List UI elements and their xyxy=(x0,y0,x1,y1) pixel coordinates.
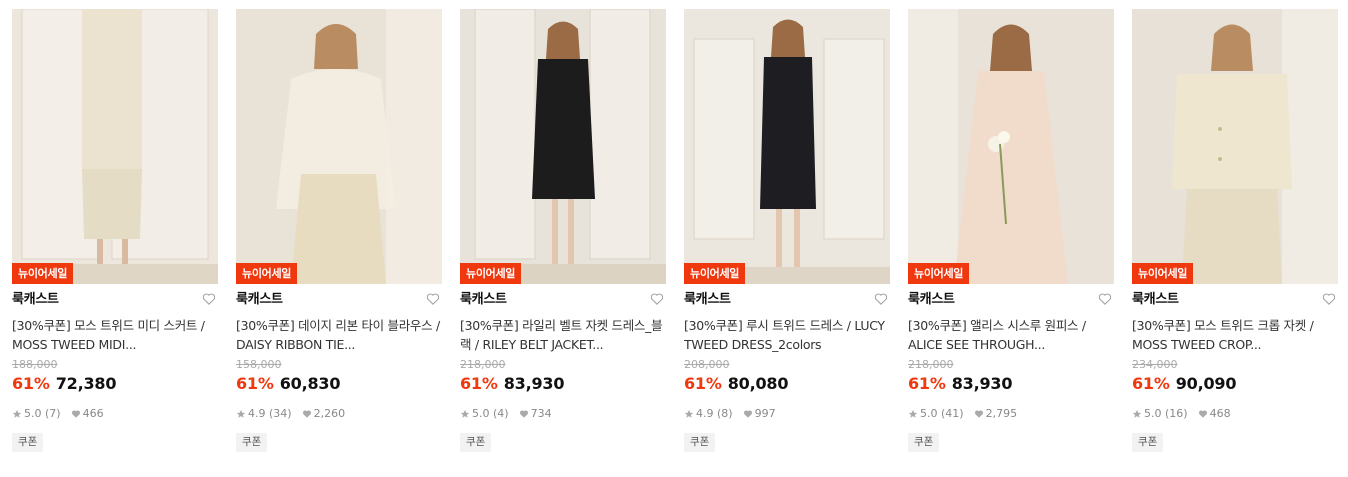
review-count: (7) xyxy=(45,407,61,420)
heart-icon[interactable] xyxy=(1098,292,1112,306)
product-card[interactable]: 뉴이어세일 룩캐스트 [30%쿠폰] 데이지 리본 타이 블라우스 / DAIS… xyxy=(236,9,442,452)
like-count: 734 xyxy=(530,407,552,420)
sale-price: 80,080 xyxy=(727,374,789,393)
product-name[interactable]: [30%쿠폰] 루시 트위드 드레스 / LUCY TWEED DRESS_2c… xyxy=(684,316,890,354)
original-price: 188,000 xyxy=(12,358,58,371)
sale-badge: 뉴이어세일 xyxy=(908,263,970,284)
like-heart-icon xyxy=(71,410,80,418)
product-photo xyxy=(1132,9,1338,284)
discount-rate: 61% xyxy=(236,374,274,393)
sale-badge: 뉴이어세일 xyxy=(684,263,746,284)
rating-value: 5.0 xyxy=(920,407,938,420)
rating-value: 5.0 xyxy=(1144,407,1162,420)
coupon-tag: 쿠폰 xyxy=(460,433,492,452)
coupon-tag: 쿠폰 xyxy=(12,433,44,452)
sale-badge: 뉴이어세일 xyxy=(1132,263,1194,284)
original-price: 218,000 xyxy=(908,358,954,371)
like-count: 466 xyxy=(82,407,104,420)
sale-price: 83,930 xyxy=(503,374,565,393)
rating-value: 5.0 xyxy=(24,407,42,420)
like-count: 997 xyxy=(754,407,776,420)
brand-name[interactable]: 룩캐스트 xyxy=(460,287,666,313)
original-price: 234,000 xyxy=(1132,358,1178,371)
discount-rate: 61% xyxy=(1132,374,1170,393)
product-card[interactable]: 뉴이어세일 룩캐스트 [30%쿠폰] 루시 트위드 드레스 / LUCY TWE… xyxy=(684,9,890,452)
heart-icon[interactable] xyxy=(202,292,216,306)
review-count: (8) xyxy=(717,407,733,420)
original-price: 218,000 xyxy=(460,358,506,371)
product-name[interactable]: [30%쿠폰] 데이지 리본 타이 블라우스 / DAISY RIBBON TI… xyxy=(236,316,442,354)
product-name[interactable]: [30%쿠폰] 모스 트위드 크롭 자켓 / MOSS TWEED CROP..… xyxy=(1132,316,1338,354)
product-image[interactable]: 뉴이어세일 xyxy=(908,9,1114,284)
star-icon xyxy=(460,409,470,418)
coupon-tag: 쿠폰 xyxy=(236,433,268,452)
like-count: 2,795 xyxy=(985,407,1018,420)
product-image[interactable]: 뉴이어세일 xyxy=(236,9,442,284)
sale-badge: 뉴이어세일 xyxy=(12,263,74,284)
heart-icon[interactable] xyxy=(1322,292,1336,306)
heart-icon[interactable] xyxy=(874,292,888,306)
sale-badge: 뉴이어세일 xyxy=(236,263,298,284)
like-heart-icon xyxy=(519,410,528,418)
product-name[interactable]: [30%쿠폰] 모스 트위드 미디 스커트 / MOSS TWEED MIDI.… xyxy=(12,316,218,354)
sale-badge: 뉴이어세일 xyxy=(460,263,522,284)
sale-price: 72,380 xyxy=(55,374,117,393)
product-name[interactable]: [30%쿠폰] 라일리 벨트 자켓 드레스_블랙 / RILEY BELT JA… xyxy=(460,316,666,354)
product-image[interactable]: 뉴이어세일 xyxy=(12,9,218,284)
brand-name[interactable]: 룩캐스트 xyxy=(236,287,442,313)
product-image[interactable]: 뉴이어세일 xyxy=(1132,9,1338,284)
original-price: 158,000 xyxy=(236,358,282,371)
brand-name[interactable]: 룩캐스트 xyxy=(908,287,1114,313)
product-photo xyxy=(12,9,218,284)
like-heart-icon xyxy=(1198,410,1207,418)
product-card[interactable]: 뉴이어세일 룩캐스트 [30%쿠폰] 라일리 벨트 자켓 드레스_블랙 / RI… xyxy=(460,9,666,452)
review-count: (16) xyxy=(1165,407,1188,420)
coupon-tag: 쿠폰 xyxy=(1132,433,1164,452)
like-count: 468 xyxy=(1209,407,1231,420)
rating-value: 4.9 xyxy=(696,407,714,420)
star-icon xyxy=(236,409,246,418)
like-heart-icon xyxy=(302,410,311,418)
brand-name[interactable]: 룩캐스트 xyxy=(1132,287,1338,313)
like-count: 2,260 xyxy=(313,407,346,420)
star-icon xyxy=(684,409,694,418)
coupon-tag: 쿠폰 xyxy=(684,433,716,452)
sale-price: 60,830 xyxy=(279,374,341,393)
coupon-tag: 쿠폰 xyxy=(908,433,940,452)
product-card[interactable]: 뉴이어세일 룩캐스트 [30%쿠폰] 모스 트위드 크롭 자켓 / MOSS T… xyxy=(1132,9,1338,452)
product-photo xyxy=(684,9,890,284)
discount-rate: 61% xyxy=(684,374,722,393)
product-card[interactable]: 뉴이어세일 룩캐스트 [30%쿠폰] 앨리스 시스루 원피스 / ALICE S… xyxy=(908,9,1114,452)
review-count: (34) xyxy=(269,407,292,420)
product-image[interactable]: 뉴이어세일 xyxy=(460,9,666,284)
discount-rate: 61% xyxy=(460,374,498,393)
sale-price: 83,930 xyxy=(951,374,1013,393)
rating-value: 5.0 xyxy=(472,407,490,420)
like-heart-icon xyxy=(974,410,983,418)
brand-name[interactable]: 룩캐스트 xyxy=(12,287,218,313)
product-card[interactable]: 뉴이어세일 룩캐스트 [30%쿠폰] 모스 트위드 미디 스커트 / MOSS … xyxy=(12,9,218,452)
discount-rate: 61% xyxy=(12,374,50,393)
heart-icon[interactable] xyxy=(426,292,440,306)
product-photo xyxy=(908,9,1114,284)
original-price: 208,000 xyxy=(684,358,730,371)
sale-price: 90,090 xyxy=(1175,374,1237,393)
product-photo xyxy=(460,9,666,284)
product-name[interactable]: [30%쿠폰] 앨리스 시스루 원피스 / ALICE SEE THROUGH.… xyxy=(908,316,1114,354)
heart-icon[interactable] xyxy=(650,292,664,306)
product-grid: 뉴이어세일 룩캐스트 [30%쿠폰] 모스 트위드 미디 스커트 / MOSS … xyxy=(0,0,1348,477)
review-count: (4) xyxy=(493,407,509,420)
brand-name[interactable]: 룩캐스트 xyxy=(684,287,890,313)
star-icon xyxy=(908,409,918,418)
discount-rate: 61% xyxy=(908,374,946,393)
review-count: (41) xyxy=(941,407,964,420)
like-heart-icon xyxy=(743,410,752,418)
product-photo xyxy=(236,9,442,284)
product-image[interactable]: 뉴이어세일 xyxy=(684,9,890,284)
star-icon xyxy=(1132,409,1142,418)
star-icon xyxy=(12,409,22,418)
rating-value: 4.9 xyxy=(248,407,266,420)
